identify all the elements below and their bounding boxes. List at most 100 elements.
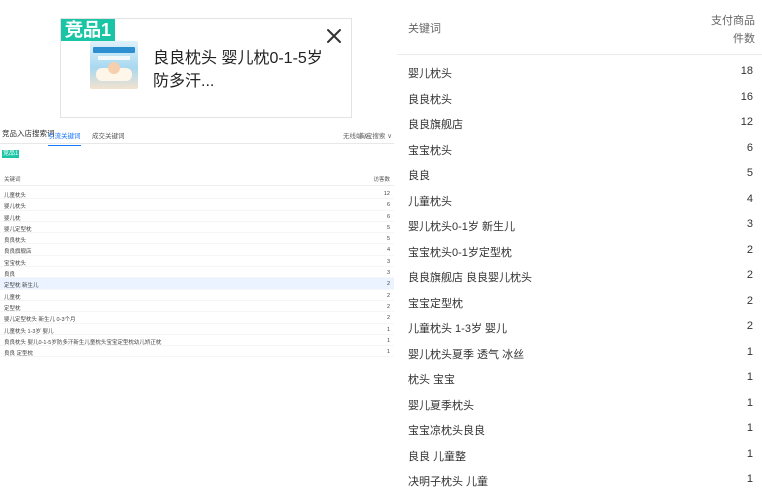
source-select[interactable]: 淘宝搜索 ∨ [359,130,392,140]
col-keyword: 关键词 [408,23,441,35]
value-cell: 2 [746,294,753,307]
value-cell: 1 [746,396,753,409]
table-row[interactable]: 婴儿夏季枕头 1 [397,393,762,419]
value-cell: 1 [386,349,390,356]
keyword-cell: 良良旗舰店 良良婴儿枕头 [408,272,533,284]
col-paid-items-line2: 件数 [733,33,755,45]
table-row[interactable]: 婴儿枕头 6 [0,199,394,211]
value-cell: 2 [386,292,390,299]
table-row[interactable]: 婴儿枕头0-1岁 新生儿 3 [397,214,762,240]
table-row[interactable]: 良良枕头 婴儿0-1-5岁防多汗新生儿童枕头宝宝定型枕幼儿矫正枕 1 [0,335,394,347]
value-cell: 5 [386,224,390,231]
table-row[interactable]: 良良 定型枕 1 [0,346,394,358]
table-row[interactable]: 良良 儿童整 1 [397,444,762,470]
table-row[interactable]: 宝宝枕头 6 [397,138,762,164]
keyword-cell: 婴儿枕头 [4,204,27,211]
value-cell: 6 [746,141,753,154]
keyword-cell: 良良旗舰店 [408,119,463,131]
keyword-cell: 决明子枕头 儿童 [408,476,489,488]
table-row[interactable]: 宝宝枕头 3 [0,256,394,268]
keyword-cell: 良良 [4,272,16,279]
keyword-cell: 婴儿定型枕 [4,226,32,233]
value-cell: 6 [386,213,390,220]
value-cell: 3 [386,258,390,265]
product-title: 良良枕头 婴儿枕0-1-5岁防多汗... [153,50,323,90]
keyword-cell: 儿童枕头 [4,193,27,199]
keyword-cell: 良良枕头 婴儿0-1-5岁防多汗新生儿童枕头宝宝定型枕幼儿矫正枕 [4,339,162,346]
table-row[interactable]: 婴儿定型枕 5 [0,222,394,234]
value-cell: 2 [386,303,390,310]
table-row[interactable]: 良良枕头 16 [397,87,762,113]
table-row[interactable]: 儿童枕头 1-3岁 婴儿 2 [397,316,762,342]
value-cell: 18 [740,65,753,77]
keyword-cell: 婴儿枕头 [408,68,452,80]
keyword-cell: 良良枕头 [408,93,452,106]
table-row[interactable]: 宝宝定型枕 2 [397,291,762,317]
keyword-cell: 婴儿枕头夏季 透气 冰丝 [408,348,525,361]
panel-header: 竞品入店搜索词 引流关键词 成交关键词 无线端 ∨ 淘宝搜索 ∨ [0,122,394,146]
value-cell: 2 [386,315,390,322]
keyword-cell: 婴儿枕 [4,215,21,222]
keyword-cell: 婴儿枕头0-1岁 新生儿 [408,221,515,233]
keyword-cell: 婴儿定型枕头 新生儿 0-3个月 [4,317,76,324]
keyword-cell: 良良 儿童整 [408,450,467,463]
value-cell: 1 [746,345,753,358]
keyword-cell: 宝宝定型枕 [408,297,463,310]
keyword-cell: 定型枕 新生儿 [4,283,39,290]
value-cell: 3 [746,218,753,230]
col-paid-items: 支付商品 件数 [695,12,755,48]
col-visitors: 访客数 [373,177,390,183]
value-cell: 2 [746,269,753,281]
table-header: 关键词 支付商品 件数 [397,0,762,55]
table-row[interactable]: 婴儿枕头 18 [397,61,762,87]
keyword-cell: 良良 [408,170,430,182]
table-row[interactable]: 宝宝凉枕头良良 1 [397,418,762,444]
table-body: 婴儿枕头 18 良良枕头 16 良良旗舰店 12 宝宝枕头 6 良良 5 儿童枕头 4 婴儿枕头0-1岁… [397,61,762,490]
value-cell: 2 [386,281,390,288]
table-row[interactable]: 宝宝枕头0-1岁定型枕 2 [397,240,762,266]
table-row[interactable]: 定型枕 新生儿 2 [0,278,394,290]
keyword-cell: 儿童枕 [4,294,21,301]
table-row[interactable]: 良良旗舰店 良良婴儿枕头 2 [397,265,762,291]
table-row[interactable]: 儿童枕头 4 [397,189,762,215]
keyword-cell: 宝宝枕头 [408,144,452,157]
value-cell: 2 [746,243,753,256]
table-row[interactable]: 良良 5 [397,163,762,189]
table-row[interactable]: 良良旗舰店 12 [397,112,762,138]
value-cell: 6 [386,202,390,209]
table-row[interactable]: 儿童枕头 1-3岁 婴儿 1 [0,324,394,335]
table-row[interactable]: 儿童枕头 12 [0,188,394,200]
table-row[interactable]: 良良枕头 5 [0,233,394,245]
keyword-cell: 枕头 宝宝 [408,374,456,386]
table-row[interactable]: 决明子枕头 儿童 1 [397,469,762,490]
table-row[interactable]: 婴儿定型枕头 新生儿 0-3个月 2 [0,312,394,324]
col-paid-items-line1: 支付商品 [711,15,755,27]
keyword-cell: 宝宝枕头 [4,260,27,267]
tab-deal-keywords[interactable]: 成交关键词 [92,130,125,140]
close-icon[interactable] [325,27,343,45]
table-row[interactable]: 良良旗舰店 4 [0,244,394,256]
table-row[interactable]: 婴儿枕头夏季 透气 冰丝 1 [397,342,762,368]
keyword-cell: 宝宝枕头0-1岁定型枕 [408,246,512,259]
table-row[interactable]: 枕头 宝宝 1 [397,367,762,393]
search-keyword-panel: 竞品入店搜索词 引流关键词 成交关键词 无线端 ∨ 淘宝搜索 ∨ 竞品1 关键词… [0,122,394,358]
keyword-cell: 良良枕头 [4,238,27,245]
keyword-cell: 儿童枕头 1-3岁 婴儿 [408,323,508,335]
table-row[interactable]: 婴儿枕 6 [0,211,394,222]
tab-traffic-keywords[interactable]: 引流关键词 [48,130,81,146]
table-row[interactable]: 儿童枕 2 [0,290,394,301]
value-cell: 1 [386,337,390,344]
value-cell: 12 [383,191,390,197]
panel-title: 竞品入店搜索词 [2,129,55,138]
table-row[interactable]: 良良 3 [0,267,394,279]
keyword-cell: 定型枕 [4,305,21,312]
keyword-cell: 良良旗舰店 [4,249,32,256]
product-thumbnail[interactable] [90,41,138,89]
table-row[interactable]: 定型枕 2 [0,301,394,313]
value-cell: 5 [386,236,390,243]
value-cell: 1 [746,473,753,485]
col-keyword: 关键词 [4,177,21,183]
value-cell: 1 [746,447,753,460]
value-cell: 1 [746,371,753,383]
value-cell: 12 [740,116,753,128]
